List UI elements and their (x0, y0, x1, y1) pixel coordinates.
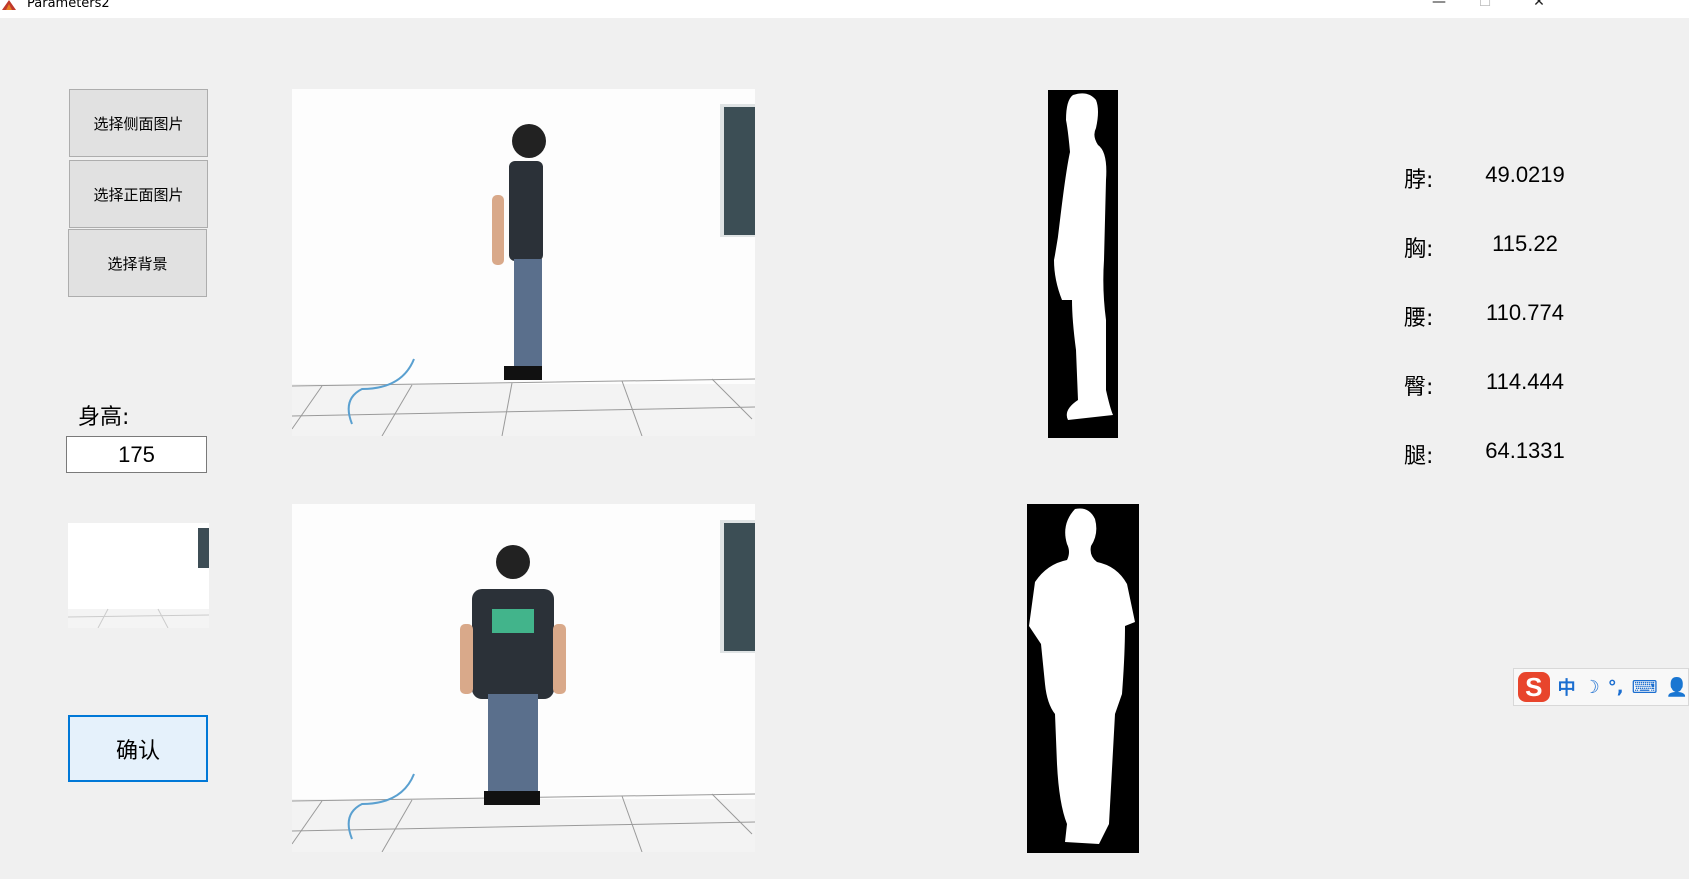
front-photo (292, 504, 755, 852)
height-label: 身高: (78, 405, 130, 430)
select-side-image-button[interactable]: 选择侧面图片 (69, 89, 208, 157)
hip-value: 114.444 (1486, 369, 1564, 394)
confirm-button[interactable]: 确认 (68, 715, 208, 782)
chest-label: 胸: (1404, 237, 1434, 262)
waist-value: 110.774 (1486, 300, 1564, 325)
maximize-button[interactable]: ☐ (1470, 0, 1500, 14)
minimize-button[interactable]: — (1424, 0, 1454, 14)
hip-label: 臀: (1404, 375, 1434, 400)
confirm-label: 确认 (115, 738, 160, 764)
moon-icon[interactable]: ☽ (1584, 677, 1600, 698)
select-front-image-label: 选择正面图片 (93, 185, 184, 204)
front-silhouette (1027, 504, 1139, 853)
user-icon[interactable]: 👤 (1666, 677, 1688, 698)
matlab-icon (2, 0, 16, 10)
window-title: Parameters2 (27, 0, 110, 11)
select-background-label: 选择背景 (107, 254, 168, 273)
sogou-logo-icon[interactable]: S (1518, 672, 1550, 702)
keyboard-icon[interactable]: ⌨ (1632, 677, 1658, 698)
waist-label: 腰: (1404, 306, 1434, 331)
height-input[interactable] (66, 436, 207, 473)
chest-value: 115.22 (1492, 231, 1558, 256)
neck-value: 49.0219 (1485, 162, 1565, 187)
side-silhouette (1048, 90, 1118, 438)
select-background-button[interactable]: 选择背景 (68, 229, 207, 297)
leg-value: 64.1331 (1485, 438, 1565, 463)
title-bar: Parameters2 — ☐ ✕ (0, 0, 1689, 18)
leg-label: 腿: (1404, 444, 1434, 469)
side-photo (292, 89, 755, 436)
neck-label: 脖: (1404, 168, 1434, 193)
select-front-image-button[interactable]: 选择正面图片 (69, 160, 208, 228)
ime-mode-icon[interactable]: 中 (1558, 674, 1576, 700)
close-button[interactable]: ✕ (1524, 0, 1554, 14)
ime-toolbar[interactable]: S 中 ☽ °, ⌨ 👤 (1513, 668, 1689, 706)
background-thumbnail (68, 523, 209, 628)
select-side-image-label: 选择侧面图片 (93, 114, 184, 133)
punctuation-icon[interactable]: °, (1608, 677, 1624, 698)
